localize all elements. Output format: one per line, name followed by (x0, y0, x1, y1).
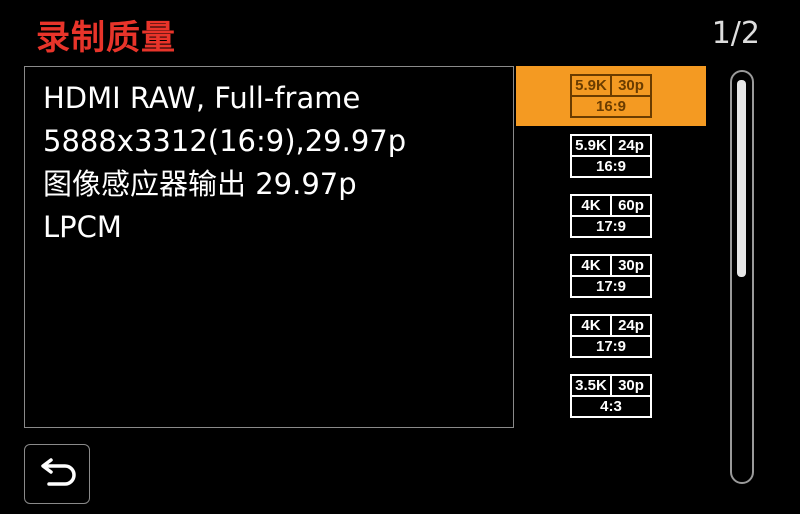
badge-framerate: 24p (618, 137, 644, 154)
info-line-sensor: 图像感应器输出 29.97p (43, 167, 357, 201)
scrollbar[interactable] (730, 70, 754, 484)
menu-item-quality[interactable]: 5.9K 30p 16:9 (516, 66, 706, 126)
quality-badge: 4K 60p 17:9 (570, 194, 652, 238)
info-line-output: HDMI RAW, Full-frame (43, 81, 361, 115)
badge-aspect: 16:9 (595, 98, 627, 115)
badge-aspect: 17:9 (595, 278, 627, 295)
badge-aspect: 4:3 (600, 398, 622, 415)
quality-badge: 4K 24p 17:9 (570, 314, 652, 358)
badge-aspect: 16:9 (595, 158, 627, 175)
quality-badge: 5.9K 30p 16:9 (570, 74, 652, 118)
info-line-audio: LPCM (43, 210, 122, 244)
menu-item-quality[interactable]: 5.9K 24p 16:9 (516, 126, 706, 186)
page-title: 录制质量 (36, 18, 176, 58)
info-panel: HDMI RAW, Full-frame 5888x3312(16:9),29.… (24, 66, 514, 428)
back-button[interactable] (24, 444, 90, 504)
badge-resolution: 5.9K (572, 136, 612, 155)
info-line-resolution: 5888x3312(16:9),29.97p (43, 124, 407, 158)
badge-resolution: 3.5K (572, 376, 612, 395)
menu-item-quality[interactable]: 4K 30p 17:9 (516, 246, 706, 306)
return-arrow-icon (41, 458, 76, 486)
badge-framerate: 24p (618, 317, 644, 334)
badge-resolution: 4K (572, 196, 612, 215)
menu-item-quality[interactable]: 4K 24p 17:9 (516, 306, 706, 366)
badge-resolution: 5.9K (572, 76, 612, 95)
scroll-thumb[interactable] (737, 80, 746, 277)
menu-item-quality[interactable]: 4K 60p 17:9 (516, 186, 706, 246)
menu-item-quality[interactable]: 3.5K 30p 4:3 (516, 366, 706, 426)
badge-resolution: 4K (572, 256, 612, 275)
quality-badge: 5.9K 24p 16:9 (570, 134, 652, 178)
page-indicator: 1/2 (711, 16, 760, 51)
badge-aspect: 17:9 (595, 338, 627, 355)
badge-framerate: 60p (618, 197, 644, 214)
badge-framerate: 30p (618, 377, 644, 394)
quality-badge: 4K 30p 17:9 (570, 254, 652, 298)
badge-resolution: 4K (572, 316, 612, 335)
quality-badge: 3.5K 30p 4:3 (570, 374, 652, 418)
badge-framerate: 30p (618, 257, 644, 274)
quality-menu: 5.9K 30p 16:9 5.9K 24p 16:9 4K 60p 17:9 … (516, 66, 706, 438)
badge-framerate: 30p (618, 77, 644, 94)
badge-aspect: 17:9 (595, 218, 627, 235)
